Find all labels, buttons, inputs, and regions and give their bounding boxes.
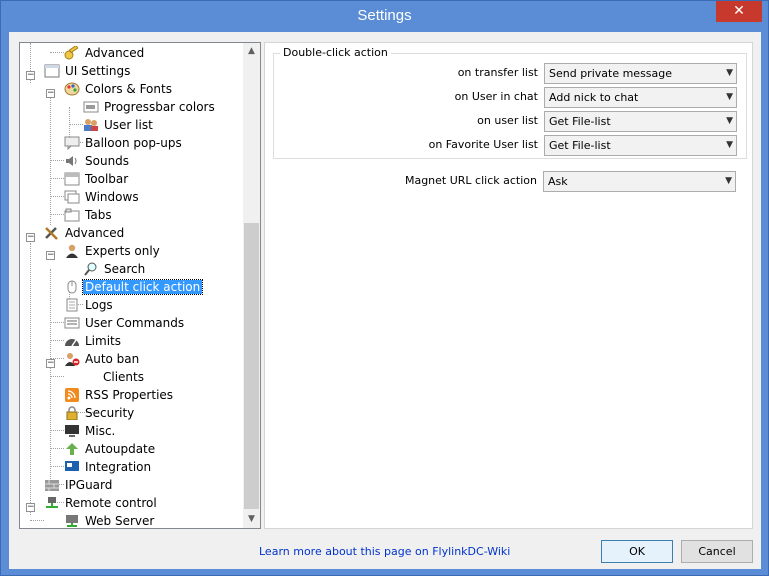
tree-item-autoupdate[interactable]: Autoupdate [64,440,157,458]
tabs-icon [64,208,80,222]
progress-icon [83,100,99,114]
users-icon [83,118,99,132]
magnet-url-select[interactable]: Ask ▼ [543,171,736,192]
settings-window: Settings ✕ − − − − − − Advanced UI Setti… [0,0,769,576]
tree-item-auto-ban[interactable]: Auto ban [64,350,141,368]
magnet-url-label: Magnet URL click action [404,174,537,187]
lock-icon [64,405,80,420]
user-list-label: on user list [477,114,538,127]
favorite-user-list-label: on Favorite User list [428,138,538,151]
user-icon [64,244,80,258]
transfer-list-label: on transfer list [457,66,538,79]
chevron-down-icon: ▼ [726,116,733,126]
tree-item-limits[interactable]: Limits [64,332,123,350]
commands-icon [64,316,80,330]
scroll-up-icon[interactable]: ▲ [243,43,260,60]
scroll-thumb[interactable] [244,223,259,509]
user-in-chat-label: on User in chat [454,90,538,103]
update-icon [64,442,80,456]
tree-item-sounds[interactable]: Sounds [64,152,131,170]
rss-icon [64,387,80,402]
tools-icon [44,226,60,240]
document-icon [64,298,80,312]
user-in-chat-select[interactable]: Add nick to chat ▼ [544,87,737,108]
wall-icon [44,478,60,492]
collapse-remote-control[interactable]: − [26,503,35,512]
user-list-select[interactable]: Get File-list ▼ [544,111,737,132]
tree-item-default-click-action[interactable]: Default click action [64,278,204,296]
chevron-down-icon: ▼ [726,68,733,78]
tree-item-user-commands[interactable]: User Commands [64,314,186,332]
monitor-icon [64,424,80,438]
server-icon [64,514,80,528]
toolbar-icon [64,172,80,186]
ban-user-icon [64,352,80,366]
tree-item-misc[interactable]: Misc. [64,422,117,440]
window-icon [44,64,60,78]
tree-item-user-list[interactable]: User list [83,116,155,134]
tree-item-clients[interactable]: Clients [101,368,146,386]
collapse-experts-only[interactable]: − [46,251,55,260]
windows-icon [64,190,80,204]
gauge-icon [64,334,80,348]
tree-item-experts-only[interactable]: Experts only [64,242,162,260]
tree-item-search[interactable]: Search [83,260,147,278]
chevron-down-icon: ▼ [726,92,733,102]
chevron-down-icon: ▼ [725,176,732,186]
tree-item-ui-settings[interactable]: UI Settings [44,62,132,80]
tree-item-rss-properties[interactable]: RSS Properties [64,386,175,404]
tree-item-remote-control[interactable]: Remote control [44,494,159,512]
collapse-auto-ban[interactable]: − [46,359,55,368]
tree-item-windows[interactable]: Windows [64,188,141,206]
tree-item-logs[interactable]: Logs [64,296,115,314]
key-icon [64,44,80,60]
integration-icon [64,460,80,474]
transfer-list-select[interactable]: Send private message ▼ [544,63,737,84]
double-click-group: Double-click action on transfer list Sen… [273,46,747,159]
tree-item-colors-fonts[interactable]: Colors & Fonts [64,80,174,98]
tree-item-progressbar-colors[interactable]: Progressbar colors [83,98,217,116]
cancel-button[interactable]: Cancel [681,540,753,563]
settings-tree: − − − − − − Advanced UI Settings Colors … [19,42,261,529]
tree-item-integration[interactable]: Integration [64,458,153,476]
ok-button[interactable]: OK [601,540,673,563]
help-link[interactable]: Learn more about this page on FlylinkDC-… [259,545,510,558]
dialog-client: − − − − − − Advanced UI Settings Colors … [9,32,761,569]
collapse-colors-fonts[interactable]: − [46,89,55,98]
group-title: Double-click action [280,46,391,59]
tree-item-web-server[interactable]: Web Server [64,512,156,528]
speaker-icon [64,154,80,168]
scroll-down-icon[interactable]: ▼ [243,511,260,528]
magnifier-icon [83,262,99,276]
window-title: Settings [357,7,412,24]
tree-scrollbar[interactable]: ▲ ▼ [243,43,260,528]
collapse-advanced[interactable]: − [26,233,35,242]
tree-item-advanced-ui[interactable]: Advanced [64,44,146,62]
chevron-down-icon: ▼ [726,140,733,150]
tree-item-tabs[interactable]: Tabs [64,206,114,224]
tree-item-ipguard[interactable]: IPGuard [44,476,114,494]
tree-item-toolbar[interactable]: Toolbar [64,170,130,188]
collapse-ui-settings[interactable]: − [26,71,35,80]
close-button[interactable]: ✕ [716,1,762,22]
palette-icon [64,82,80,96]
tree-item-balloon-popups[interactable]: Balloon pop-ups [64,134,184,152]
balloon-icon [64,136,80,150]
close-icon: ✕ [733,3,745,19]
tree-item-advanced[interactable]: Advanced [44,224,126,242]
settings-panel: Double-click action on transfer list Sen… [264,42,753,529]
tree-item-security[interactable]: Security [64,404,136,422]
mouse-icon [64,280,80,294]
favorite-user-list-select[interactable]: Get File-list ▼ [544,135,737,156]
network-icon [44,496,60,510]
